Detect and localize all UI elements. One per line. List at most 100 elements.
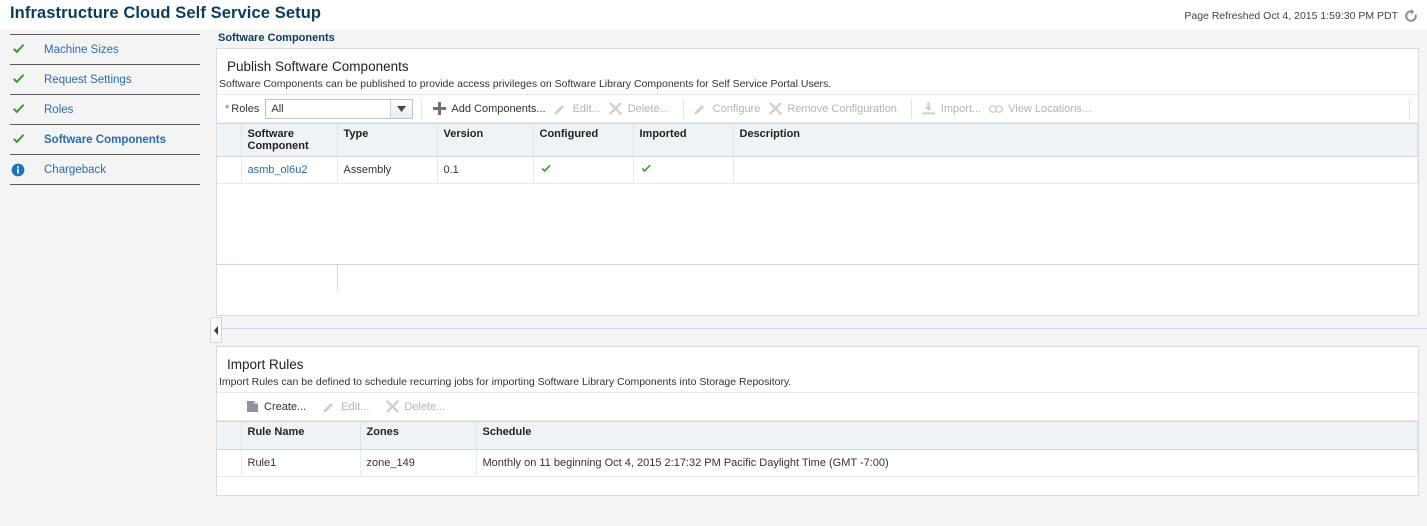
column-header-rule-name[interactable]: Rule Name: [241, 421, 361, 450]
publish-software-components-panel: Publish Software Components Software Com…: [216, 48, 1419, 316]
cell-software-component[interactable]: asmb_ol6u2: [241, 156, 338, 184]
publish-panel-title: Publish Software Components: [227, 59, 409, 74]
table-empty-space: [217, 184, 1418, 264]
check-icon: [540, 164, 552, 178]
page-refresh-status: Page Refreshed Oct 4, 2015 1:59:30 PM PD…: [1184, 8, 1419, 24]
table-footer-cell: [217, 265, 338, 291]
pencil-icon: [694, 102, 708, 116]
refresh-icon[interactable]: [1403, 8, 1419, 24]
edit-component-label: Edit...: [572, 102, 601, 115]
page-body: Machine Sizes Request Settings Roles Sof…: [0, 30, 1427, 526]
refresh-timestamp: Page Refreshed Oct 4, 2015 1:59:30 PM PD…: [1184, 10, 1398, 22]
chevron-down-icon[interactable]: [390, 99, 413, 118]
column-header-type[interactable]: Type: [337, 123, 438, 157]
table-body: Rule1 zone_149 Monthly on 11 beginning O…: [217, 449, 1418, 477]
delete-rule-button[interactable]: Delete...: [383, 398, 451, 416]
pencil-icon: [322, 400, 336, 414]
create-icon: [245, 400, 259, 414]
required-marker: *: [225, 102, 230, 115]
row-gutter-header: [217, 123, 242, 157]
delete-rule-label: Delete...: [404, 400, 446, 413]
software-components-table: Software Component Type Version Configur…: [217, 123, 1418, 184]
add-components-button[interactable]: Add Components...: [430, 100, 551, 118]
row-gutter-cell: [217, 156, 242, 184]
edit-rule-button[interactable]: Edit...: [320, 398, 375, 416]
x-icon: [768, 102, 782, 116]
table-header-row: Rule Name Zones Schedule: [217, 421, 1418, 450]
delete-component-button[interactable]: Delete...: [607, 100, 675, 118]
check-icon: [10, 102, 26, 118]
panel-splitter-area: [210, 316, 1427, 346]
view-locations-button[interactable]: View Locations...: [987, 100, 1097, 118]
splitter-line: [220, 328, 1427, 329]
plus-icon: [432, 102, 446, 116]
column-header-zones[interactable]: Zones: [360, 421, 477, 450]
create-rule-label: Create...: [264, 400, 307, 413]
edit-component-button[interactable]: Edit...: [552, 100, 607, 118]
table-footer-cell: [338, 265, 1418, 291]
roles-filter-select[interactable]: All: [265, 98, 414, 119]
table-body: asmb_ol6u2 Assembly 0.1: [217, 156, 1418, 184]
sidebar-item-software-components[interactable]: Software Components: [10, 125, 200, 155]
sidebar-item-chargeback[interactable]: Chargeback: [10, 155, 200, 185]
x-icon: [385, 400, 399, 414]
import-rules-toolbar: Create... Edit... Delete...: [217, 393, 1418, 421]
toolbar-divider: [1409, 98, 1410, 119]
pencil-icon: [554, 102, 568, 116]
import-button[interactable]: Import...: [920, 100, 987, 118]
cell-zones: zone_149: [360, 449, 477, 477]
remove-configuration-button[interactable]: Remove Configuration: [766, 100, 902, 118]
table-header-row: Software Component Type Version Configur…: [217, 123, 1418, 157]
sidebar-item-label: Software Components: [44, 133, 167, 146]
cell-version: 0.1: [437, 156, 534, 184]
info-icon: [10, 162, 26, 178]
column-header-software-component[interactable]: Software Component: [241, 123, 338, 157]
row-gutter-cell: [217, 449, 242, 477]
column-header-version[interactable]: Version: [437, 123, 534, 157]
toolbar-divider: [421, 98, 423, 119]
tab-software-components[interactable]: Software Components: [218, 32, 335, 44]
import-rules-description: Import Rules can be defined to schedule …: [217, 376, 1418, 393]
table-row[interactable]: Rule1 zone_149 Monthly on 11 beginning O…: [217, 449, 1418, 477]
delete-component-label: Delete...: [627, 102, 669, 115]
cell-configured: [533, 156, 634, 184]
create-rule-button[interactable]: Create...: [243, 398, 312, 416]
cell-schedule: Monthly on 11 beginning Oct 4, 2015 2:17…: [476, 449, 1418, 477]
row-gutter-header: [217, 421, 242, 450]
tab-strip: Software Components: [210, 30, 1427, 48]
configure-label: Configure: [712, 102, 761, 115]
page-title: Infrastructure Cloud Self Service Setup: [10, 4, 322, 22]
cell-imported: [633, 156, 734, 184]
configure-button[interactable]: Configure: [692, 100, 767, 118]
add-components-label: Add Components...: [451, 102, 546, 115]
remove-configuration-label: Remove Configuration: [787, 102, 897, 115]
splitter-collapse-handle[interactable]: [210, 317, 222, 343]
column-header-description[interactable]: Description: [733, 123, 1418, 157]
column-header-schedule[interactable]: Schedule: [476, 421, 1418, 450]
cell-rule-name: Rule1: [241, 449, 361, 477]
sidebar: Machine Sizes Request Settings Roles Sof…: [0, 30, 210, 526]
toolbar-divider: [910, 98, 912, 119]
sidebar-item-label: Machine Sizes: [44, 43, 119, 56]
sidebar-item-roles[interactable]: Roles: [10, 95, 200, 125]
column-header-configured[interactable]: Configured: [533, 123, 634, 157]
cell-description: [733, 156, 1418, 184]
sidebar-item-label: Chargeback: [44, 163, 107, 176]
app-header: Infrastructure Cloud Self Service Setup …: [0, 0, 1427, 30]
sidebar-item-request-settings[interactable]: Request Settings: [10, 65, 200, 95]
import-rules-panel: Import Rules Import Rules can be defined…: [216, 346, 1419, 496]
table-footer: [217, 264, 1418, 291]
table-row[interactable]: asmb_ol6u2 Assembly 0.1: [217, 156, 1418, 184]
check-icon: [10, 42, 26, 58]
x-icon: [609, 102, 623, 116]
sidebar-item-label: Roles: [44, 103, 74, 116]
cell-type: Assembly: [337, 156, 438, 184]
column-header-imported[interactable]: Imported: [633, 123, 734, 157]
table-header: Rule Name Zones Schedule: [217, 421, 1418, 450]
import-label: Import...: [940, 102, 982, 115]
software-component-link[interactable]: asmb_ol6u2: [248, 164, 308, 176]
roles-filter-label: Roles: [231, 102, 260, 115]
publish-panel-description: Software Components can be published to …: [217, 78, 1418, 95]
sidebar-item-machine-sizes[interactable]: Machine Sizes: [10, 35, 200, 65]
chevron-left-icon: [214, 325, 218, 335]
